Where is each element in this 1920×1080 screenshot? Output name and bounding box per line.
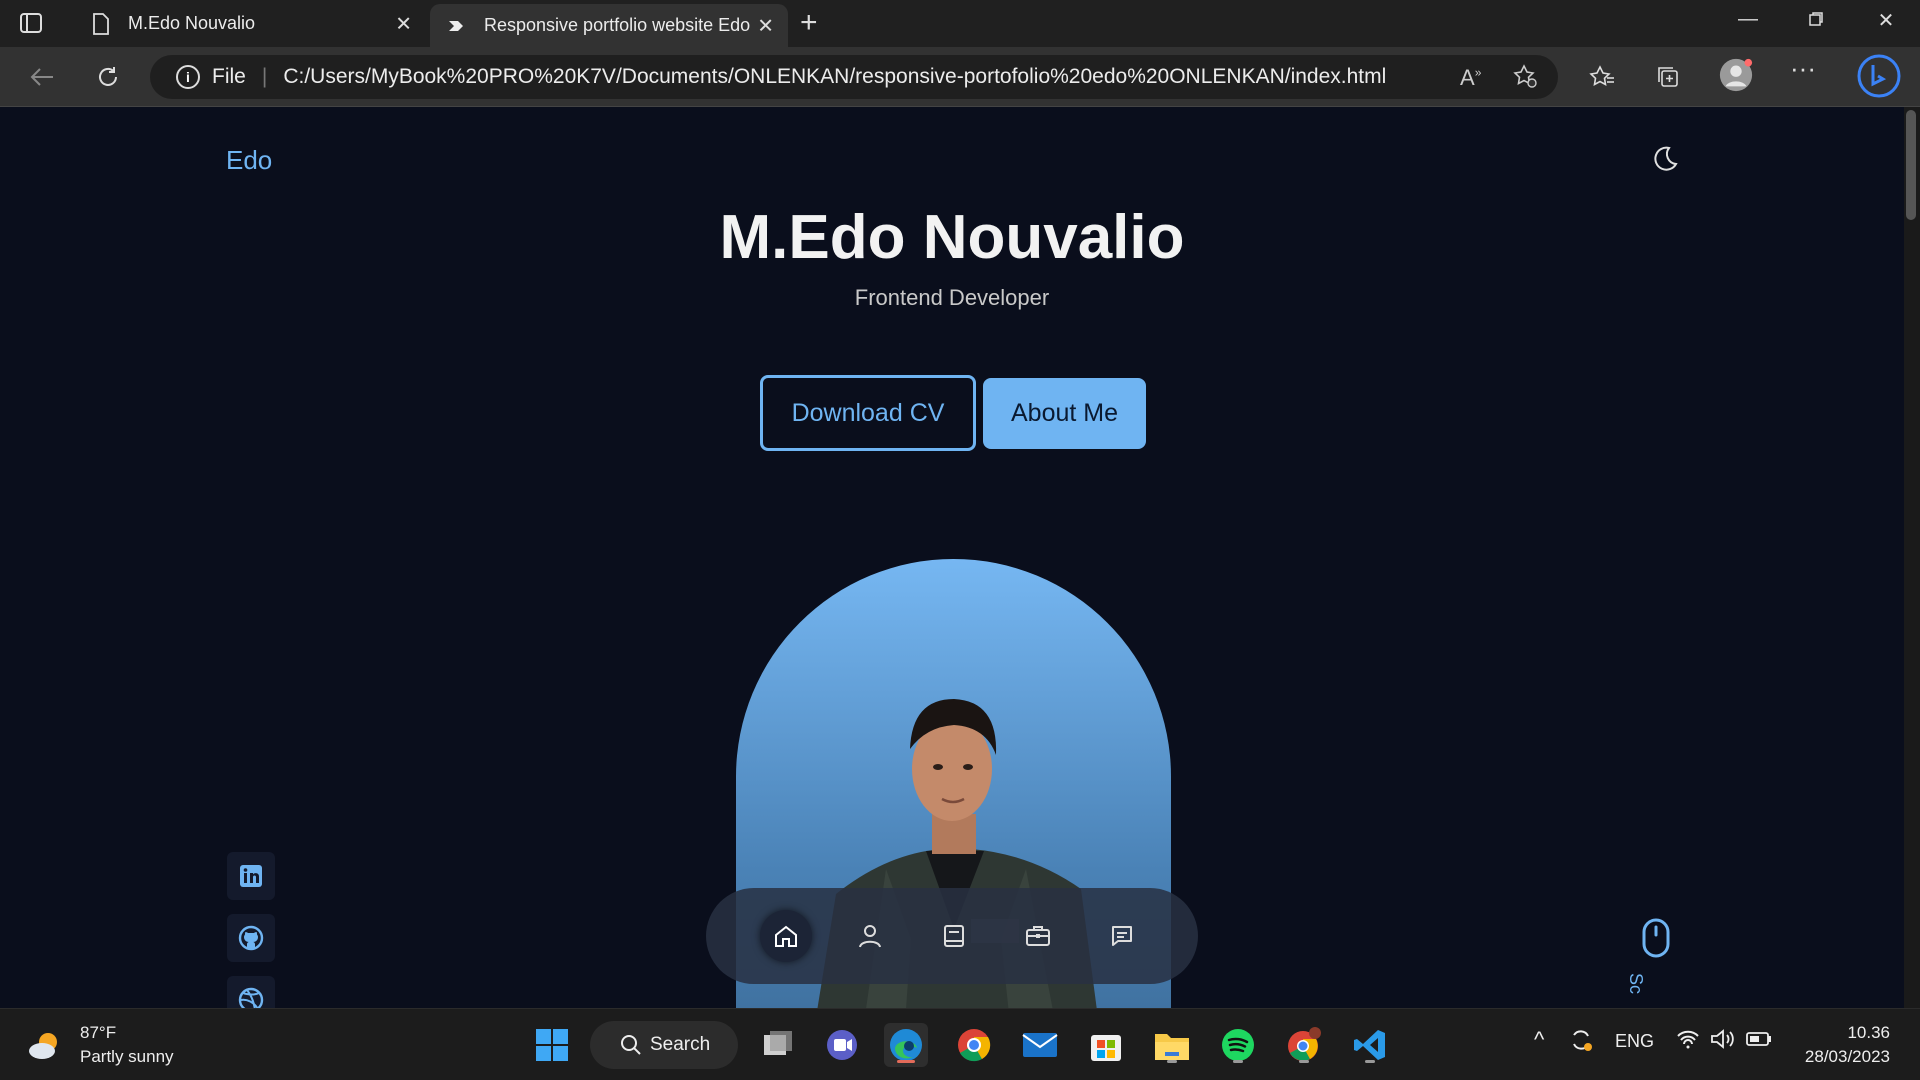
more-icon[interactable]: ··· bbox=[1790, 53, 1826, 89]
profile-avatar-icon[interactable] bbox=[1718, 57, 1754, 93]
address-scheme: File bbox=[212, 65, 246, 88]
new-tab-icon[interactable]: + bbox=[800, 6, 818, 40]
home-icon[interactable] bbox=[760, 910, 812, 962]
chrome-icon[interactable] bbox=[952, 1023, 996, 1067]
sync-icon[interactable] bbox=[1568, 1027, 1594, 1053]
wifi-icon[interactable] bbox=[1676, 1029, 1700, 1049]
moon-icon[interactable] bbox=[1648, 143, 1680, 175]
task-view-icon[interactable] bbox=[756, 1023, 800, 1067]
language-indicator[interactable]: ENG bbox=[1615, 1031, 1654, 1052]
linkedin-icon[interactable] bbox=[227, 852, 275, 900]
bing-icon[interactable] bbox=[1856, 53, 1902, 99]
portfolio-page: Edo M.Edo Nouvalio Frontend Developer Do… bbox=[0, 107, 1904, 1008]
tab-responsive-portfolio[interactable]: Responsive portfolio website Edo ✕ bbox=[430, 4, 788, 47]
user-icon[interactable] bbox=[844, 910, 896, 962]
volume-icon[interactable] bbox=[1710, 1029, 1736, 1049]
spotify-icon[interactable] bbox=[1216, 1023, 1260, 1067]
edge-icon[interactable] bbox=[884, 1023, 928, 1067]
browser-tab-bar: M.Edo Nouvalio ✕ Responsive portfolio we… bbox=[0, 0, 1920, 47]
close-tab-icon[interactable]: ✕ bbox=[757, 13, 774, 38]
book-icon[interactable] bbox=[928, 910, 980, 962]
system-clock[interactable]: 10.36 28/03/2023 bbox=[1790, 1021, 1890, 1069]
download-cv-button[interactable]: Download CV bbox=[760, 375, 976, 451]
bottom-nav bbox=[706, 888, 1198, 984]
message-icon[interactable] bbox=[1096, 910, 1148, 962]
clock-time: 10.36 bbox=[1847, 1023, 1890, 1042]
weather-widget[interactable]: 87°F Partly sunny bbox=[26, 1021, 174, 1069]
partly-sunny-icon bbox=[26, 1026, 64, 1064]
browser-toolbar: i File | C:/Users/MyBook%20PRO%20K7V/Doc… bbox=[0, 47, 1920, 107]
favorites-icon[interactable] bbox=[1584, 59, 1620, 95]
close-window-icon[interactable]: ✕ bbox=[1866, 8, 1906, 33]
hero-name: M.Edo Nouvalio bbox=[719, 203, 1185, 272]
tab-actions-icon[interactable] bbox=[18, 10, 44, 36]
read-aloud-icon[interactable]: A» bbox=[1460, 65, 1481, 91]
taskbar-search[interactable]: Search bbox=[590, 1021, 738, 1069]
page-scrollbar[interactable] bbox=[1904, 107, 1920, 1008]
chevron-up-icon[interactable]: ^ bbox=[1534, 1027, 1544, 1053]
weather-temp: 87°F bbox=[80, 1023, 117, 1042]
add-favorite-icon[interactable] bbox=[1512, 63, 1538, 89]
battery-icon[interactable] bbox=[1746, 1031, 1772, 1047]
search-icon bbox=[620, 1034, 642, 1056]
github-icon[interactable] bbox=[227, 914, 275, 962]
chrome-profile-icon[interactable] bbox=[1282, 1023, 1326, 1067]
boxicons-icon bbox=[446, 17, 466, 35]
scroll-down-text[interactable]: Sc bbox=[1625, 973, 1646, 994]
hero-role: Frontend Developer bbox=[854, 285, 1050, 310]
address-url[interactable]: C:/Users/MyBook%20PRO%20K7V/Documents/ON… bbox=[283, 65, 1386, 89]
briefcase-icon[interactable] bbox=[1012, 910, 1064, 962]
vscode-icon[interactable] bbox=[1348, 1023, 1392, 1067]
refresh-icon[interactable] bbox=[90, 59, 126, 95]
weather-desc: Partly sunny bbox=[80, 1047, 174, 1066]
info-icon[interactable]: i bbox=[176, 65, 200, 89]
site-logo[interactable]: Edo bbox=[226, 145, 272, 176]
scrollbar-thumb[interactable] bbox=[1906, 110, 1916, 220]
document-icon bbox=[92, 12, 110, 35]
tab-label: Responsive portfolio website Edo bbox=[484, 15, 751, 35]
about-me-button[interactable]: About Me bbox=[983, 378, 1146, 449]
file-explorer-icon[interactable] bbox=[1150, 1023, 1194, 1067]
microsoft-store-icon[interactable] bbox=[1084, 1023, 1128, 1067]
mail-icon[interactable] bbox=[1018, 1023, 1062, 1067]
windows-taskbar: 87°F Partly sunny Search ^ ENG 10.36 28/… bbox=[0, 1008, 1920, 1080]
restore-icon[interactable] bbox=[1796, 10, 1836, 33]
tab-label: M.Edo Nouvalio bbox=[128, 13, 256, 33]
scroll-mouse-icon[interactable] bbox=[1640, 917, 1672, 959]
dribbble-icon[interactable] bbox=[227, 976, 275, 1008]
minimize-icon[interactable]: — bbox=[1728, 8, 1768, 31]
address-bar[interactable]: i File | C:/Users/MyBook%20PRO%20K7V/Doc… bbox=[150, 55, 1558, 99]
clock-date: 28/03/2023 bbox=[1804, 1047, 1890, 1066]
tab-portfolio[interactable]: M.Edo Nouvalio ✕ bbox=[76, 0, 426, 47]
collections-icon[interactable] bbox=[1650, 59, 1686, 95]
back-icon[interactable] bbox=[24, 59, 60, 95]
search-label: Search bbox=[650, 1034, 711, 1055]
close-tab-icon[interactable]: ✕ bbox=[395, 11, 412, 36]
windows-start-icon[interactable] bbox=[530, 1023, 574, 1067]
teams-chat-icon[interactable] bbox=[820, 1023, 864, 1067]
